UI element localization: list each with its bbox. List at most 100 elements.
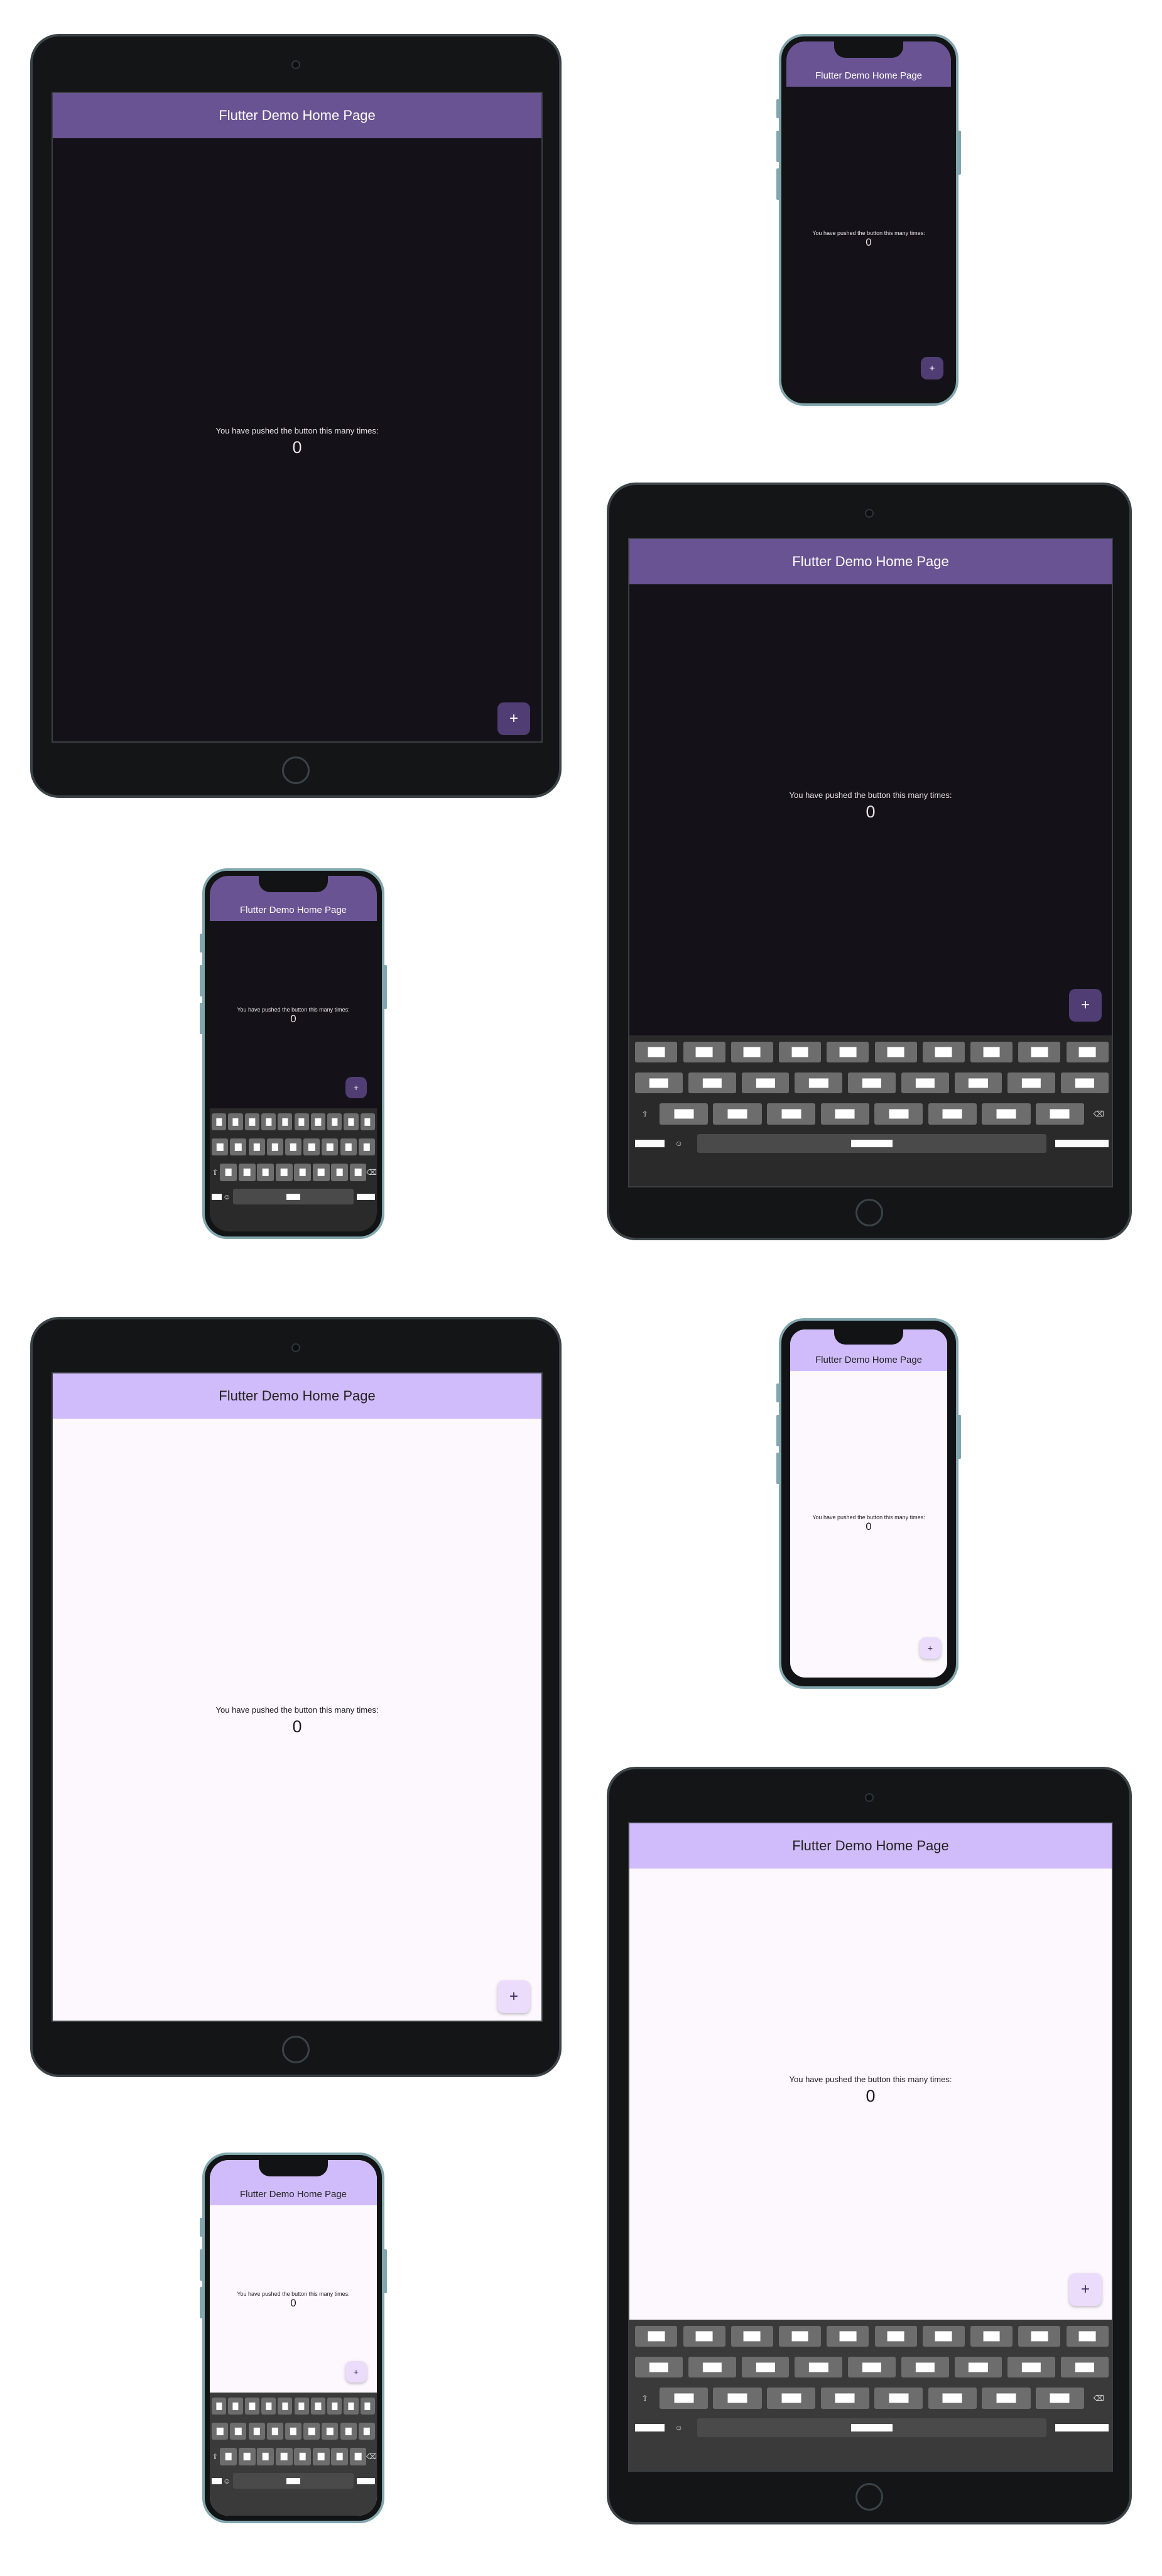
keyboard-key[interactable] [310, 1113, 325, 1131]
keyboard-key[interactable] [683, 1041, 725, 1063]
emoji-key[interactable]: ☺ [223, 1189, 231, 1204]
keyboard-key[interactable] [294, 2397, 309, 2415]
emoji-key[interactable]: ☺ [223, 2473, 231, 2489]
keyboard-key[interactable] [766, 2388, 816, 2409]
home-button[interactable] [855, 1199, 883, 1226]
symbols-key[interactable] [635, 1140, 665, 1148]
enter-key[interactable] [356, 1193, 375, 1200]
keyboard-key[interactable] [238, 1164, 256, 1181]
keyboard-key[interactable] [285, 1138, 302, 1156]
keyboard-key[interactable] [220, 2448, 237, 2465]
keyboard-key[interactable] [294, 1113, 309, 1131]
enter-key[interactable] [1055, 1140, 1109, 1148]
keyboard-key[interactable] [294, 1164, 312, 1181]
keyboard-key[interactable] [340, 2423, 357, 2440]
keyboard-key[interactable] [261, 1113, 276, 1131]
keyboard-key[interactable] [228, 2397, 243, 2415]
keyboard-key[interactable] [285, 2423, 302, 2440]
home-button[interactable] [282, 756, 310, 784]
keyboard-key[interactable] [928, 2388, 977, 2409]
keyboard-key[interactable] [349, 1164, 367, 1181]
keyboard-key[interactable] [730, 2325, 773, 2347]
keyboard-key[interactable] [635, 1072, 683, 1094]
keyboard-key[interactable] [688, 2356, 736, 2378]
keyboard-key[interactable] [874, 1041, 917, 1063]
keyboard-key[interactable] [238, 2448, 256, 2465]
keyboard-key[interactable] [1007, 2356, 1055, 2378]
keyboard-key[interactable] [1066, 2325, 1109, 2347]
keyboard-key[interactable] [340, 1138, 357, 1156]
keyboard-key[interactable] [827, 2325, 869, 2347]
keyboard-key[interactable] [659, 1103, 709, 1125]
emoji-key[interactable]: ☺ [669, 1134, 688, 1153]
keyboard-key[interactable] [212, 1138, 229, 1156]
shift-key[interactable]: ⇧ [212, 1164, 219, 1181]
keyboard-key[interactable] [848, 1072, 896, 1094]
keyboard-key[interactable] [257, 2448, 274, 2465]
keyboard-key[interactable] [358, 1138, 375, 1156]
keyboard-key[interactable] [635, 2325, 678, 2347]
keyboard-key[interactable] [970, 2325, 1013, 2347]
keyboard-key[interactable] [294, 2448, 312, 2465]
keyboard-key[interactable] [741, 2356, 790, 2378]
keyboard-key[interactable] [820, 2388, 869, 2409]
keyboard-key[interactable] [874, 1103, 923, 1125]
keyboard-key[interactable] [266, 2423, 283, 2440]
keyboard-key[interactable] [358, 2423, 375, 2440]
keyboard-key[interactable] [982, 1103, 1031, 1125]
keyboard-key[interactable] [360, 2397, 375, 2415]
keyboard-key[interactable] [322, 1138, 339, 1156]
keyboard-key[interactable] [713, 1103, 762, 1125]
keyboard-key[interactable] [795, 2356, 843, 2378]
keyboard-key[interactable] [741, 1072, 790, 1094]
keyboard-key[interactable] [820, 1103, 869, 1125]
emoji-key[interactable]: ☺ [669, 2418, 688, 2437]
increment-button[interactable]: + [345, 2361, 367, 2382]
keyboard-key[interactable] [220, 1164, 237, 1181]
keyboard-key[interactable] [766, 1103, 816, 1125]
keyboard-key[interactable] [257, 1164, 274, 1181]
keyboard-key[interactable] [266, 1138, 283, 1156]
keyboard-key[interactable] [331, 1164, 349, 1181]
keyboard-key[interactable] [982, 2388, 1031, 2409]
keyboard-key[interactable] [688, 1072, 736, 1094]
backspace-key[interactable]: ⌫ [366, 2448, 377, 2465]
keyboard-key[interactable] [261, 2397, 276, 2415]
keyboard-key[interactable] [730, 1041, 773, 1063]
keyboard-key[interactable] [327, 1113, 342, 1131]
space-bar[interactable] [697, 2418, 1046, 2438]
keyboard-key[interactable] [212, 2397, 227, 2415]
keyboard-key[interactable] [312, 1164, 330, 1181]
home-button[interactable] [855, 2483, 883, 2511]
increment-button[interactable]: + [921, 357, 943, 379]
space-bar[interactable] [233, 1189, 354, 1205]
keyboard-key[interactable] [1035, 1103, 1085, 1125]
keyboard-key[interactable] [922, 1041, 965, 1063]
keyboard-key[interactable] [713, 2388, 762, 2409]
keyboard-key[interactable] [278, 1113, 293, 1131]
keyboard-key[interactable] [244, 1113, 259, 1131]
symbols-key[interactable] [212, 2477, 222, 2484]
keyboard-key[interactable] [344, 1113, 359, 1131]
keyboard-key[interactable] [1066, 1041, 1109, 1063]
keyboard-key[interactable] [659, 2388, 709, 2409]
keyboard-key[interactable] [230, 1138, 247, 1156]
backspace-key[interactable]: ⌫ [1089, 1103, 1109, 1125]
keyboard-key[interactable] [954, 1072, 1002, 1094]
keyboard-key[interactable] [635, 1041, 678, 1063]
keyboard-key[interactable] [848, 2356, 896, 2378]
shift-key[interactable]: ⇧ [212, 2448, 219, 2465]
increment-button[interactable]: + [1069, 2273, 1102, 2306]
keyboard-key[interactable] [322, 2423, 339, 2440]
keyboard-key[interactable] [922, 2325, 965, 2347]
keyboard-key[interactable] [303, 2423, 320, 2440]
keyboard-key[interactable] [244, 2397, 259, 2415]
keyboard-key[interactable] [303, 1138, 320, 1156]
keyboard-key[interactable] [212, 1113, 227, 1131]
keyboard-key[interactable] [954, 2356, 1002, 2378]
enter-key[interactable] [356, 2477, 375, 2484]
keyboard-key[interactable] [1018, 1041, 1061, 1063]
space-bar[interactable] [233, 2473, 354, 2489]
symbols-key[interactable] [212, 1193, 222, 1200]
keyboard-key[interactable] [228, 1113, 243, 1131]
